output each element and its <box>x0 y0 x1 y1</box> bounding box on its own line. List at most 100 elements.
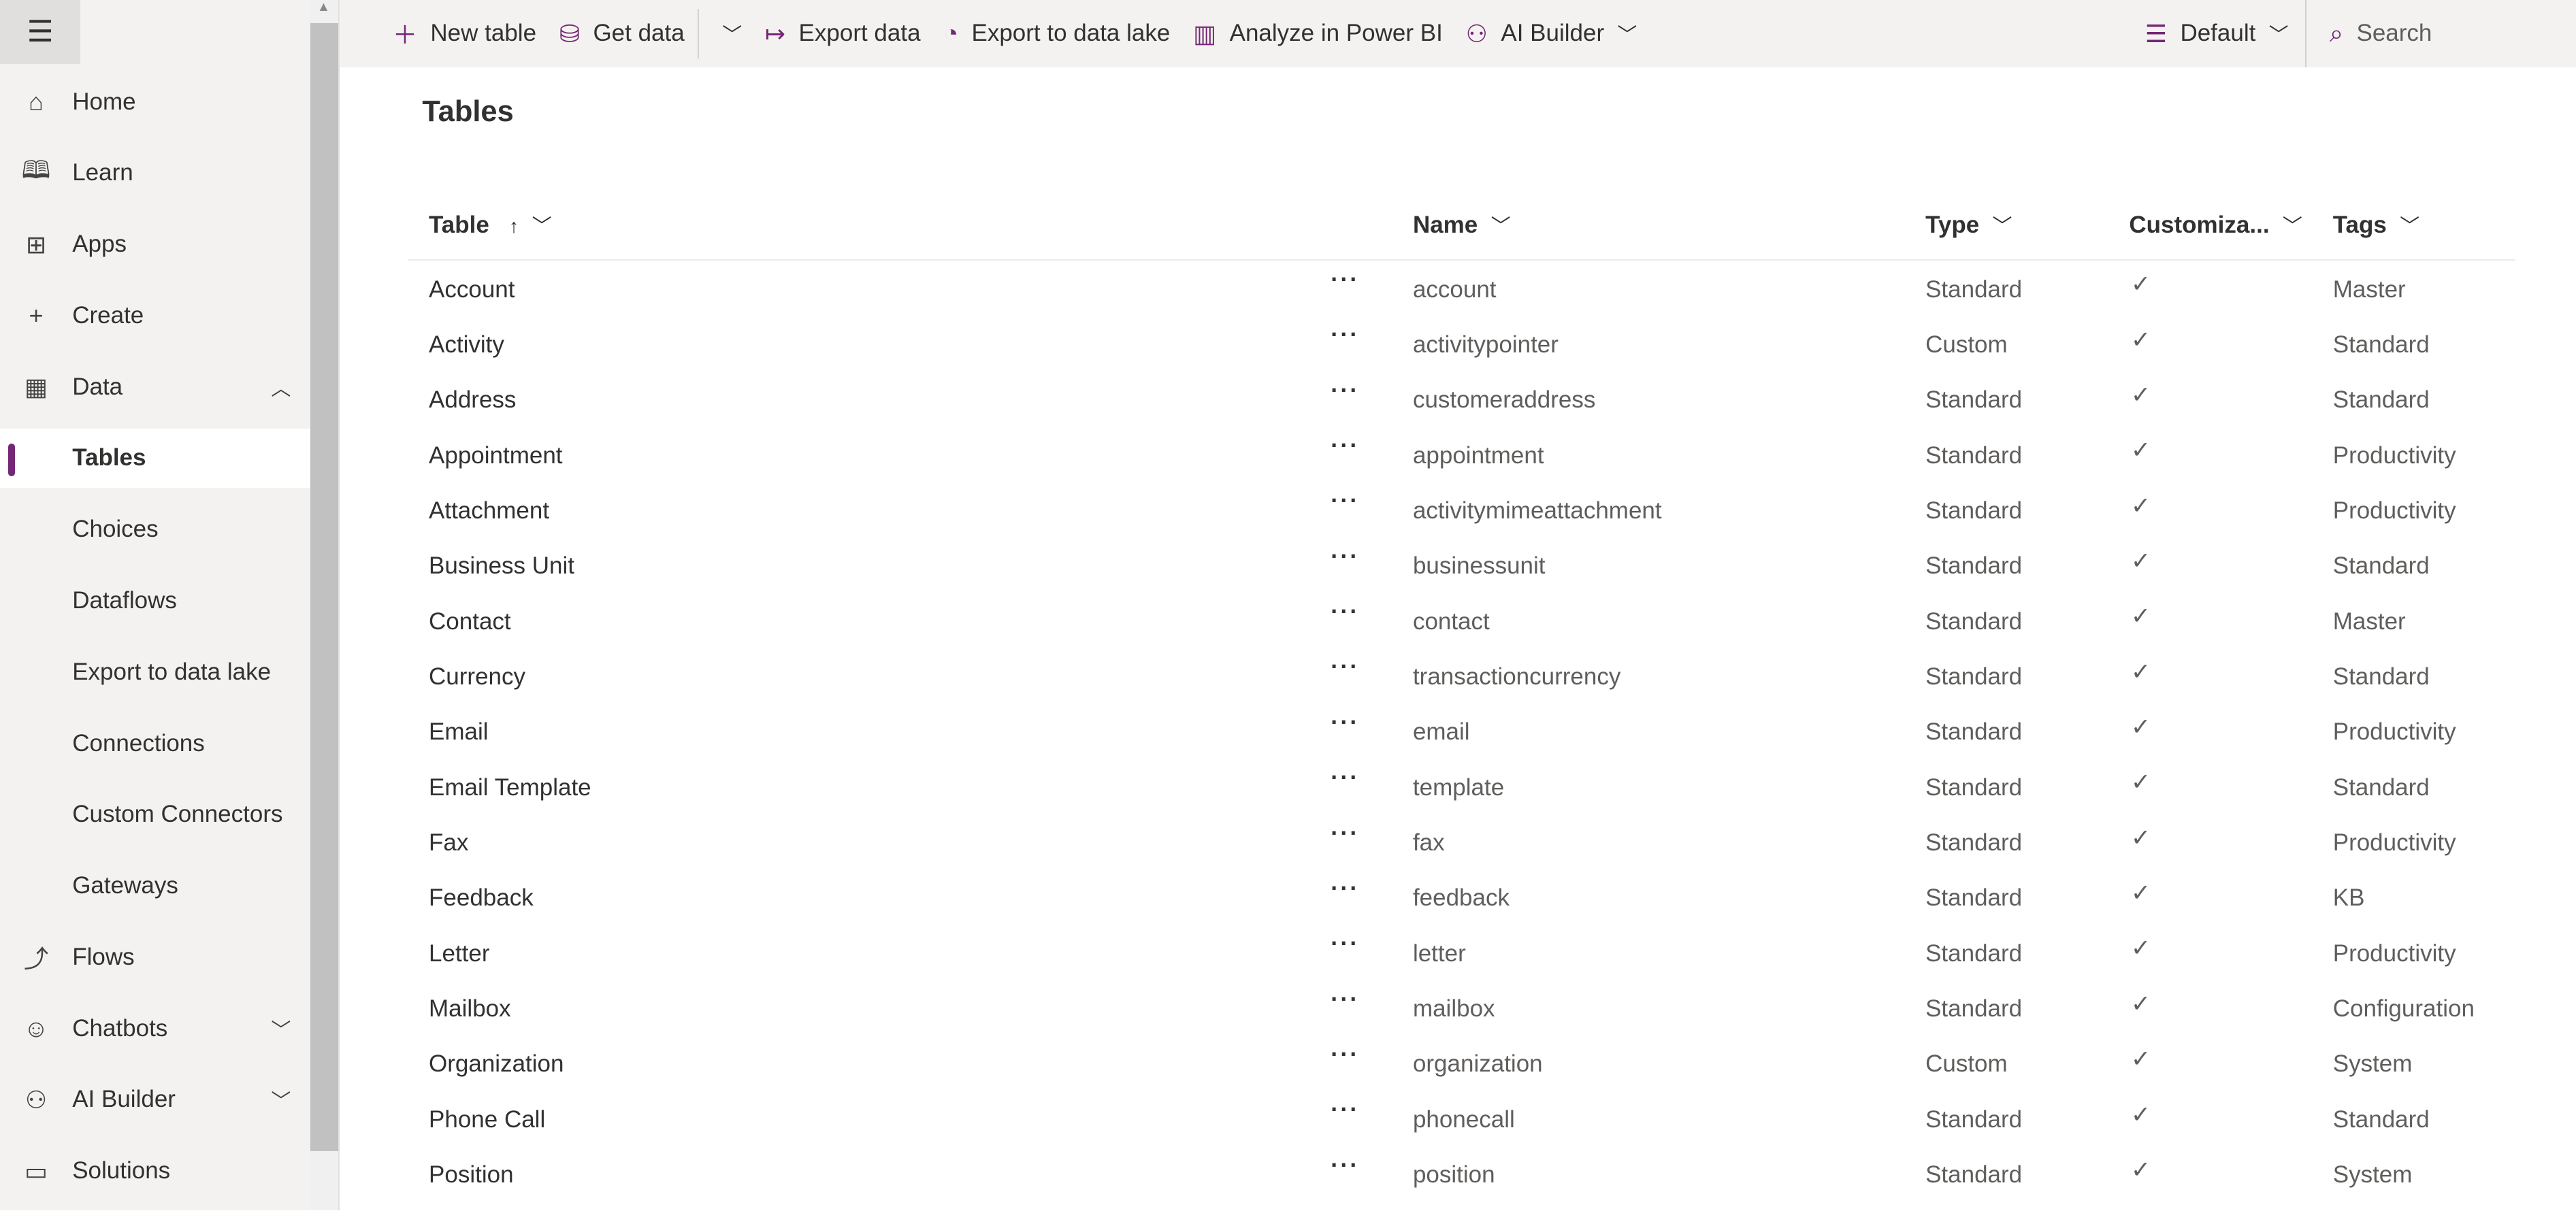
table-icon: ▦ <box>25 373 48 401</box>
table-row[interactable]: Organization ··· organization Custom ✓ S… <box>408 1038 2515 1092</box>
table-type: Standard <box>1925 386 2023 414</box>
table-logical-name: template <box>1412 774 1505 801</box>
more-options-icon[interactable]: ··· <box>1331 1096 1359 1123</box>
view-selector[interactable]: ☰ Default ﹀ <box>2145 19 2289 48</box>
table-row[interactable]: Phone Call ··· phonecall Standard ✓ Stan… <box>408 1093 2515 1147</box>
table-logical-name: feedback <box>1412 884 1510 912</box>
sidebar-item-gateways[interactable]: Gateways <box>0 857 310 916</box>
table-display-name[interactable]: Email Template <box>429 774 591 801</box>
table-row[interactable]: Account ··· account Standard ✓ Master <box>408 263 2515 317</box>
table-display-name[interactable]: Letter <box>429 940 490 967</box>
table-row[interactable]: Email ··· email Standard ✓ Productivity <box>408 706 2515 760</box>
table-row[interactable]: Address ··· customeraddress Standard ✓ S… <box>408 374 2515 428</box>
search-box[interactable]: ⌕ Search <box>2330 19 2576 48</box>
sidebar-item-choices[interactable]: Choices <box>0 500 310 559</box>
table-display-name[interactable]: Fax <box>429 829 468 857</box>
sidebar-item-solutions[interactable]: ▭ Solutions <box>0 1142 310 1201</box>
export-to-data-lake-button[interactable]: ◔ Export to data lake <box>943 19 1170 48</box>
more-options-icon[interactable]: ··· <box>1331 377 1359 404</box>
sidebar-item-flows[interactable]: ⤴ Flows <box>0 927 310 986</box>
column-header-name[interactable]: Name ﹀ <box>1413 210 1511 239</box>
sidebar-item-home[interactable]: ⌂ Home <box>0 72 310 131</box>
column-header-table[interactable]: Table ↑ ﹀ <box>429 210 552 239</box>
chevron-up-icon[interactable]: ︿ <box>271 373 291 401</box>
more-options-icon[interactable]: ··· <box>1331 432 1359 459</box>
table-display-name[interactable]: Currency <box>429 663 525 691</box>
table-row[interactable]: Contact ··· contact Standard ✓ Master <box>408 595 2515 649</box>
more-options-icon[interactable]: ··· <box>1331 598 1359 625</box>
table-row[interactable]: Feedback ··· feedback Standard ✓ KB <box>408 872 2515 926</box>
sidebar-item-custom-connectors[interactable]: Custom Connectors <box>0 785 310 844</box>
table-row[interactable]: Mailbox ··· mailbox Standard ✓ Configura… <box>408 982 2515 1037</box>
hamburger-menu-button[interactable]: ☰ <box>0 0 81 65</box>
more-options-icon[interactable]: ··· <box>1331 986 1359 1013</box>
analyze-label: Analyze in Power BI <box>1229 20 1443 47</box>
table-display-name[interactable]: Account <box>429 276 515 303</box>
more-options-icon[interactable]: ··· <box>1331 487 1359 514</box>
table-logical-name: phonecall <box>1412 1106 1515 1133</box>
sidebar-item-connections[interactable]: Connections <box>0 714 310 773</box>
analyze-power-bi-button[interactable]: ▥ Analyze in Power BI <box>1193 19 1443 48</box>
scroll-up-arrow-icon[interactable]: ▲ <box>317 0 330 15</box>
chevron-down-icon[interactable]: ﹀ <box>271 1014 291 1043</box>
column-header-type[interactable]: Type ﹀ <box>1925 210 2012 239</box>
table-row[interactable]: Fax ··· fax Standard ✓ Productivity <box>408 816 2515 871</box>
table-display-name[interactable]: Email <box>429 718 489 746</box>
table-display-name[interactable]: Business Unit <box>429 552 574 580</box>
table-display-name[interactable]: Appointment <box>429 442 563 469</box>
get-data-dropdown[interactable]: ﹀ <box>722 19 742 48</box>
sidebar-item-ai-builder[interactable]: ⚇ AI Builder ﹀ <box>0 1070 310 1129</box>
checkmark-icon: ✓ <box>2130 271 2151 298</box>
table-display-name[interactable]: Position <box>429 1161 514 1189</box>
more-options-icon[interactable]: ··· <box>1331 1152 1359 1179</box>
sidebar-item-dataflows[interactable]: Dataflows <box>0 571 310 631</box>
table-row[interactable]: Currency ··· transactioncurrency Standar… <box>408 650 2515 705</box>
new-table-button[interactable]: ＋ New table <box>393 16 536 51</box>
table-display-name[interactable]: Address <box>429 386 516 414</box>
sidebar-item-data[interactable]: ▦ Data ︿ <box>0 357 310 416</box>
export-data-button[interactable]: ↦ Export data <box>765 19 921 48</box>
table-row[interactable]: Attachment ··· activitymimeattachment St… <box>408 484 2515 539</box>
get-data-button[interactable]: ⛁ Get data <box>559 19 685 48</box>
ai-builder-icon: ⚇ <box>1465 19 1488 48</box>
checkmark-icon: ✓ <box>2130 1101 2151 1128</box>
table-display-name[interactable]: Contact <box>429 608 511 635</box>
table-display-name[interactable]: Activity <box>429 331 504 359</box>
column-header-customizable[interactable]: Customiza... ﹀ <box>2129 210 2302 239</box>
checkmark-icon: ✓ <box>2130 769 2151 796</box>
more-options-icon[interactable]: ··· <box>1331 321 1359 348</box>
more-options-icon[interactable]: ··· <box>1331 543 1359 570</box>
more-options-icon[interactable]: ··· <box>1331 875 1359 902</box>
more-options-icon[interactable]: ··· <box>1331 266 1359 293</box>
sidebar-item-create[interactable]: + Create <box>0 286 310 346</box>
ai-builder-button[interactable]: ⚇ AI Builder ﹀ <box>1466 19 1637 48</box>
sidebar-item-tables[interactable]: Tables <box>0 429 311 488</box>
table-type: Standard <box>1925 829 2023 856</box>
sidebar-item-export-to-data-lake[interactable]: Export to data lake <box>0 642 310 701</box>
sidebar-item-learn[interactable]: 🕮 Learn <box>0 144 310 203</box>
table-display-name[interactable]: Phone Call <box>429 1106 545 1133</box>
more-options-icon[interactable]: ··· <box>1331 709 1359 736</box>
sidebar-item-chatbots[interactable]: ☺ Chatbots ﹀ <box>0 999 310 1058</box>
sidebar-item-apps[interactable]: ⊞ Apps <box>0 215 310 274</box>
column-header-tags[interactable]: Tags ﹀ <box>2333 210 2419 239</box>
table-display-name[interactable]: Attachment <box>429 497 549 525</box>
chevron-down-icon[interactable]: ﹀ <box>271 1085 291 1114</box>
scrollbar-thumb[interactable] <box>310 22 339 1152</box>
table-row[interactable]: Appointment ··· appointment Standard ✓ P… <box>408 429 2515 483</box>
table-logical-name: appointment <box>1412 442 1544 469</box>
more-options-icon[interactable]: ··· <box>1331 653 1359 680</box>
table-row[interactable]: Business Unit ··· businessunit Standard … <box>408 540 2515 594</box>
table-row[interactable]: Position ··· position Standard ✓ System <box>408 1148 2515 1203</box>
table-display-name[interactable]: Organization <box>429 1050 564 1078</box>
table-row[interactable]: Activity ··· activitypointer Custom ✓ St… <box>408 318 2515 373</box>
table-row[interactable]: Letter ··· letter Standard ✓ Productivit… <box>408 927 2515 981</box>
table-row[interactable]: Email Template ··· template Standard ✓ S… <box>408 761 2515 815</box>
more-options-icon[interactable]: ··· <box>1331 820 1359 847</box>
more-options-icon[interactable]: ··· <box>1331 1041 1359 1068</box>
more-options-icon[interactable]: ··· <box>1331 764 1359 791</box>
more-options-icon[interactable]: ··· <box>1331 930 1359 957</box>
book-icon: 🕮 <box>21 156 51 184</box>
table-display-name[interactable]: Mailbox <box>429 995 511 1023</box>
table-display-name[interactable]: Feedback <box>429 884 534 912</box>
